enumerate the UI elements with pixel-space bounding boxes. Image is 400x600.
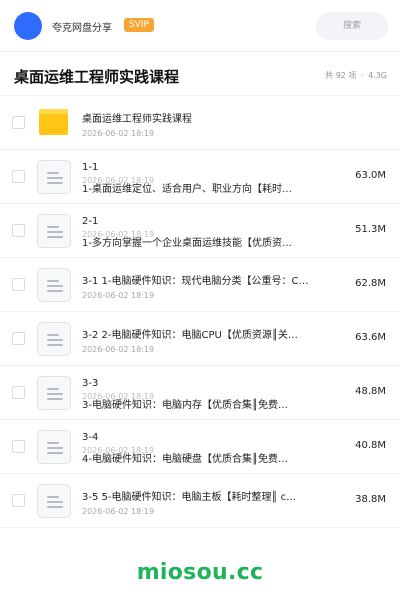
title-meta: 共 92 项 · 4.3G <box>323 70 387 81</box>
document-icon <box>37 268 71 302</box>
document-icon <box>37 322 71 356</box>
avatar[interactable] <box>14 12 42 40</box>
item-size: 38.8M <box>355 494 386 505</box>
document-icon <box>37 160 71 194</box>
item-name-line1: 3-4 <box>82 432 99 443</box>
item-name-line1: 3-3 <box>82 378 99 389</box>
item-date: 2026-06-02 18:19 <box>82 507 155 516</box>
list-item[interactable]: 3-5 5-电脑硬件知识：电脑主板【耗时整理║ c… 2026-06-02 18… <box>0 474 400 528</box>
document-icon <box>37 430 71 464</box>
list-item[interactable]: 3-3 2026-06-02 18:19 3-电脑硬件知识：电脑内存【优质合集║… <box>0 366 400 420</box>
total-size: 4.3G <box>368 71 387 80</box>
item-size: 63.0M <box>355 170 386 181</box>
meta-separator: · <box>360 71 364 80</box>
brand-name: 夸克网盘分享 <box>52 23 112 34</box>
item-name-line2: 1-多方向掌握一个企业桌面运维技能【优质资… <box>82 238 292 249</box>
document-icon <box>37 214 71 248</box>
select-checkbox[interactable] <box>12 278 25 291</box>
item-date: 2026-06-02 18:19 <box>82 129 155 138</box>
item-size: 40.8M <box>355 440 386 451</box>
item-name: 3-1 1-电脑硬件知识：现代电脑分类【公重号：C… <box>82 276 309 287</box>
document-icon <box>37 376 71 410</box>
item-size: 62.8M <box>355 278 386 289</box>
title-bar: 桌面运维工程师实践课程 共 92 项 · 4.3G <box>0 52 400 96</box>
svip-badge: SVIP <box>124 18 154 32</box>
list-item[interactable]: 1-1 2026-06-02 18:19 1-桌面运维定位、适合用户、职业方向【… <box>0 150 400 204</box>
list-item[interactable]: 3-4 2026-06-02 18:19 4-电脑硬件知识：电脑硬盘【优质合集║… <box>0 420 400 474</box>
search-input[interactable]: 搜索 <box>316 12 388 40</box>
item-name-line1: 2-1 <box>82 216 99 227</box>
item-name: 桌面运维工程师实践课程 <box>82 114 192 125</box>
page-title: 桌面运维工程师实践课程 <box>14 68 180 86</box>
list-item[interactable]: 3-1 1-电脑硬件知识：现代电脑分类【公重号：C… 2026-06-02 18… <box>0 258 400 312</box>
item-name-line2: 4-电脑硬件知识：电脑硬盘【优质合集║免费… <box>82 454 288 465</box>
item-date: 2026-06-02 18:19 <box>82 291 155 300</box>
list-item[interactable]: 3-2 2-电脑硬件知识：电脑CPU【优质资源║关… 2026-06-02 18… <box>0 312 400 366</box>
select-checkbox[interactable] <box>12 494 25 507</box>
item-size: 63.6M <box>355 332 386 343</box>
select-checkbox[interactable] <box>12 332 25 345</box>
item-size: 48.8M <box>355 386 386 397</box>
select-checkbox[interactable] <box>12 386 25 399</box>
list-item[interactable]: 桌面运维工程师实践课程 2026-06-02 18:19 <box>0 96 400 150</box>
list-item[interactable]: 2-1 2026-06-02 18:19 1-多方向掌握一个企业桌面运维技能【优… <box>0 204 400 258</box>
item-count: 共 92 项 <box>325 71 357 80</box>
item-name-line2: 1-桌面运维定位、适合用户、职业方向【耗时… <box>82 184 292 195</box>
document-icon <box>37 484 71 518</box>
item-name: 3-5 5-电脑硬件知识：电脑主板【耗时整理║ c… <box>82 492 297 503</box>
file-list: 桌面运维工程师实践课程 2026-06-02 18:19 1-1 2026-06… <box>0 96 400 528</box>
item-name-line1: 1-1 <box>82 162 99 173</box>
item-name: 3-2 2-电脑硬件知识：电脑CPU【优质资源║关… <box>82 330 298 341</box>
select-checkbox[interactable] <box>12 170 25 183</box>
item-name-line2: 3-电脑硬件知识：电脑内存【优质合集║免费… <box>82 400 288 411</box>
select-checkbox[interactable] <box>12 224 25 237</box>
header: 夸克网盘分享 SVIP 搜索 <box>0 0 400 52</box>
watermark-logo: miosou.cc <box>136 560 264 585</box>
select-checkbox[interactable] <box>12 116 25 129</box>
select-checkbox[interactable] <box>12 440 25 453</box>
item-size: 51.3M <box>355 224 386 235</box>
item-date: 2026-06-02 18:19 <box>82 345 155 354</box>
folder-icon <box>39 109 68 135</box>
